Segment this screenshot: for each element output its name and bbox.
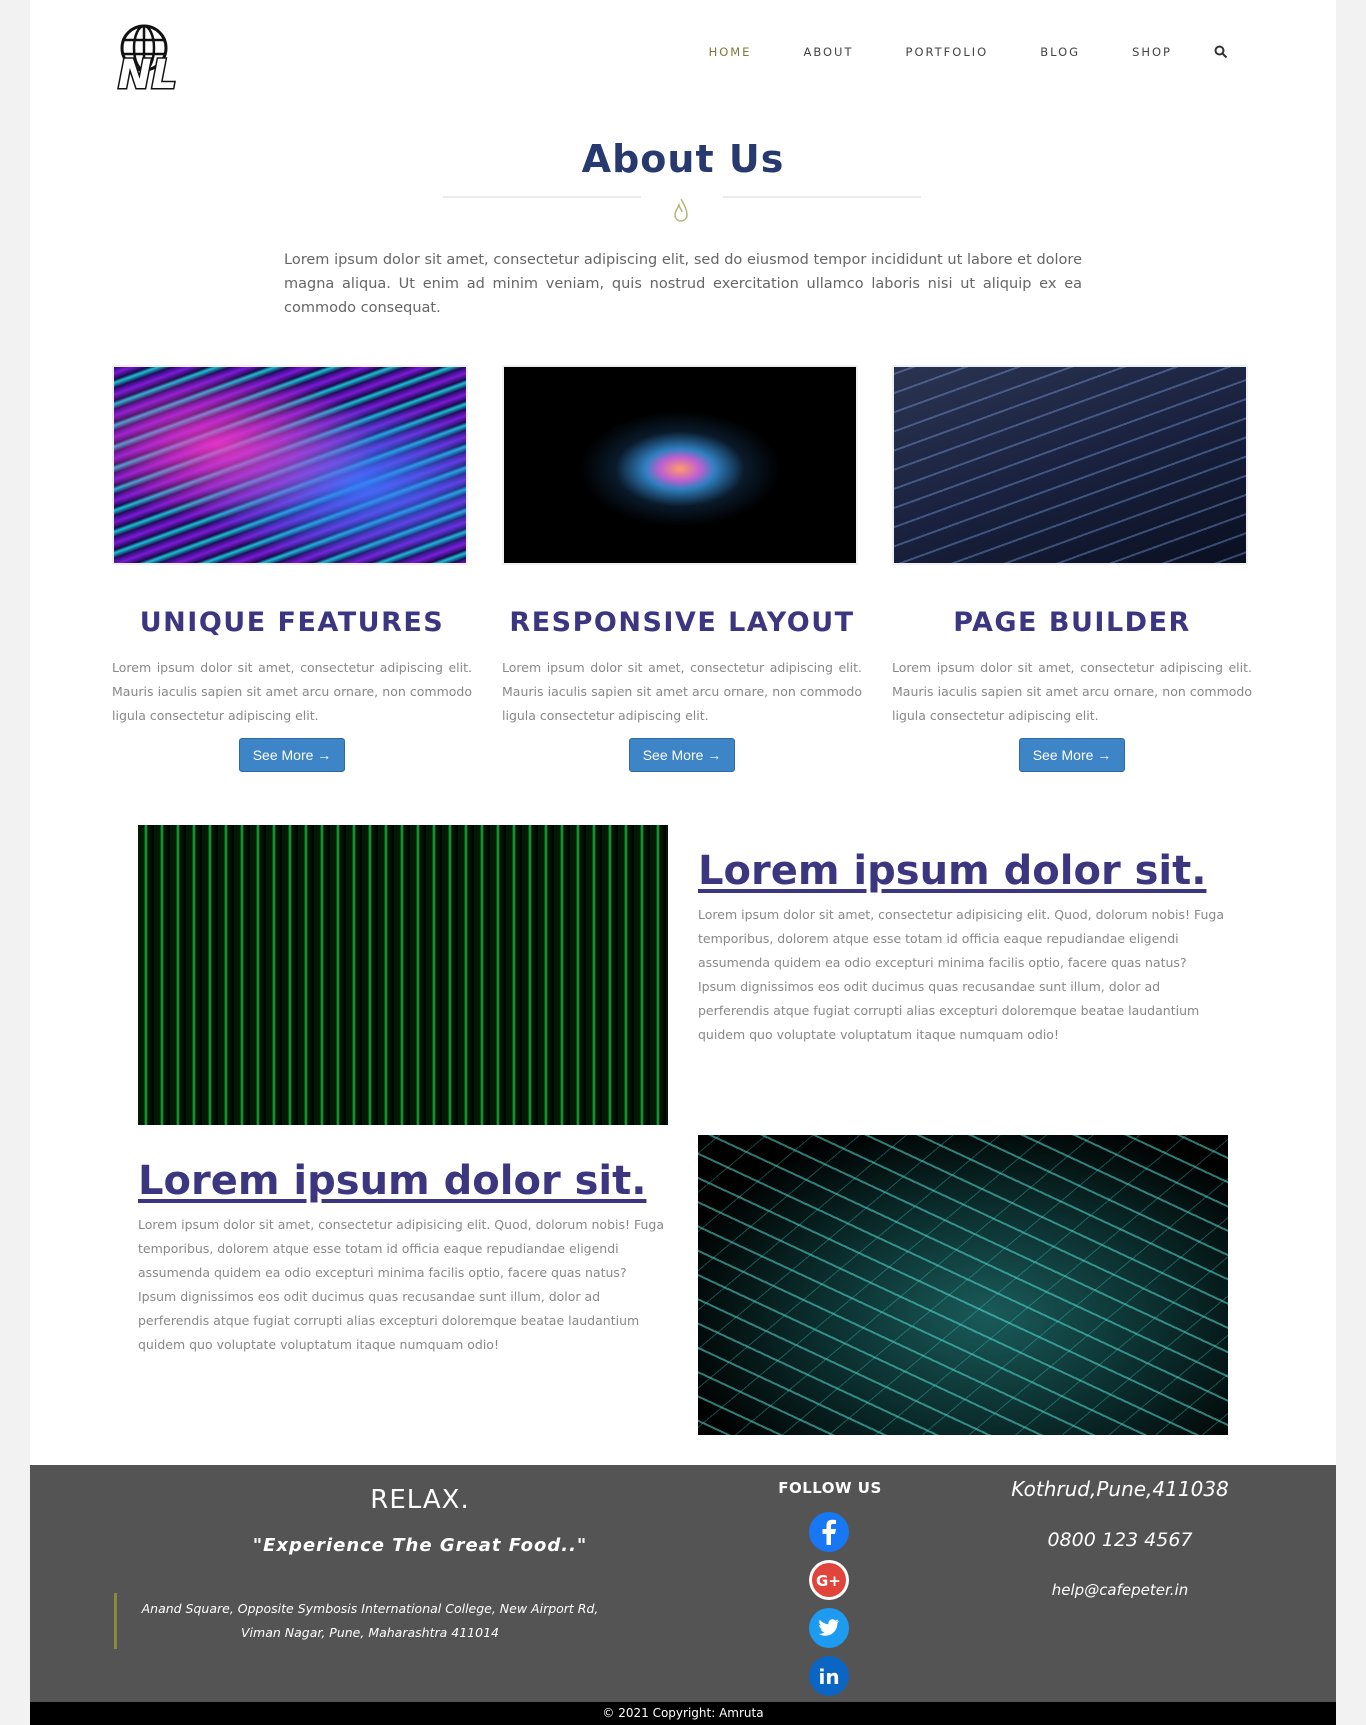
section-title-1[interactable]: Lorem ipsum dolor sit.: [698, 848, 1206, 894]
circuit-board-image: [698, 1135, 1228, 1435]
feature-image-code-screen: [892, 365, 1248, 565]
divider-right: [723, 196, 921, 198]
globe-logo-icon: NL: [117, 24, 178, 100]
footer-relax: RELAX.: [370, 1485, 470, 1515]
flame-icon: [674, 198, 688, 222]
copyright-bar: © 2021 Copyright: Amruta: [30, 1702, 1336, 1725]
footer-email[interactable]: help@cafepeter.in: [990, 1581, 1250, 1599]
follow-us-heading: FOLLOW US: [778, 1479, 882, 1497]
page: NL HOME ABOUT PORTFOLIO BLOG SHOP About …: [30, 0, 1336, 1725]
footer-address: Anand Square, Opposite Symbosis Internat…: [140, 1597, 600, 1645]
about-description: Lorem ipsum dolor sit amet, consectetur …: [284, 252, 1082, 316]
feature-image-neon-lights: [112, 365, 468, 565]
nav-blog[interactable]: BLOG: [1040, 45, 1080, 59]
feature-card-page-builder: PAGE BUILDER Lorem ipsum dolor sit amet,…: [892, 365, 1252, 772]
divider-left: [443, 196, 641, 198]
nav-portfolio[interactable]: PORTFOLIO: [906, 45, 989, 59]
feature-text: Lorem ipsum dolor sit amet, consectetur …: [112, 660, 472, 723]
section-title-2[interactable]: Lorem ipsum dolor sit.: [138, 1158, 646, 1204]
svg-text:NL: NL: [118, 52, 177, 92]
feature-image-laptop: [502, 365, 858, 565]
feature-text: Lorem ipsum dolor sit amet, consectetur …: [892, 660, 1252, 723]
see-more-button[interactable]: See More →: [1019, 738, 1125, 772]
twitter-icon[interactable]: [809, 1608, 849, 1648]
svg-text:in: in: [819, 1665, 840, 1689]
nav-home[interactable]: HOME: [709, 45, 752, 59]
footer-location: Kothrud,Pune,411038: [1011, 1477, 1229, 1501]
feature-card-unique-features: UNIQUE FEATURES Lorem ipsum dolor sit am…: [112, 365, 472, 772]
main-nav: HOME ABOUT PORTFOLIO BLOG SHOP: [657, 45, 1228, 59]
site-logo[interactable]: NL: [114, 20, 190, 100]
see-more-button[interactable]: See More →: [239, 738, 345, 772]
address-line-1: Anand Square, Opposite Symbosis Internat…: [141, 1601, 599, 1616]
footer-phone[interactable]: 0800 123 4567: [990, 1529, 1250, 1551]
svg-text:G+: G+: [816, 1572, 841, 1590]
page-title: About Us: [581, 137, 785, 181]
feature-title: PAGE BUILDER: [953, 607, 1191, 638]
feature-card-responsive-layout: RESPONSIVE LAYOUT Lorem ipsum dolor sit …: [502, 365, 862, 772]
search-icon[interactable]: [1214, 45, 1228, 59]
footer-tagline: "Experience The Great Food..": [252, 1535, 588, 1556]
section-text-2: Lorem ipsum dolor sit amet, consectetur …: [138, 1217, 665, 1352]
see-more-button[interactable]: See More →: [629, 738, 735, 772]
feature-title: UNIQUE FEATURES: [139, 607, 445, 638]
matrix-code-image: [138, 825, 668, 1125]
linkedin-icon[interactable]: in: [809, 1656, 849, 1696]
section-text-1: Lorem ipsum dolor sit amet, consectetur …: [698, 907, 1225, 1042]
nav-about[interactable]: ABOUT: [803, 45, 853, 59]
feature-title: RESPONSIVE LAYOUT: [509, 607, 855, 638]
site-footer: RELAX. "Experience The Great Food.." Ana…: [30, 1465, 1336, 1702]
facebook-icon[interactable]: [809, 1512, 849, 1552]
google-plus-icon[interactable]: G+: [809, 1560, 849, 1600]
nav-shop[interactable]: SHOP: [1132, 45, 1172, 59]
quote-bar: [114, 1593, 117, 1649]
address-line-2: Viman Nagar, Pune, Maharashtra 411014: [241, 1625, 499, 1640]
feature-text: Lorem ipsum dolor sit amet, consectetur …: [502, 660, 862, 723]
